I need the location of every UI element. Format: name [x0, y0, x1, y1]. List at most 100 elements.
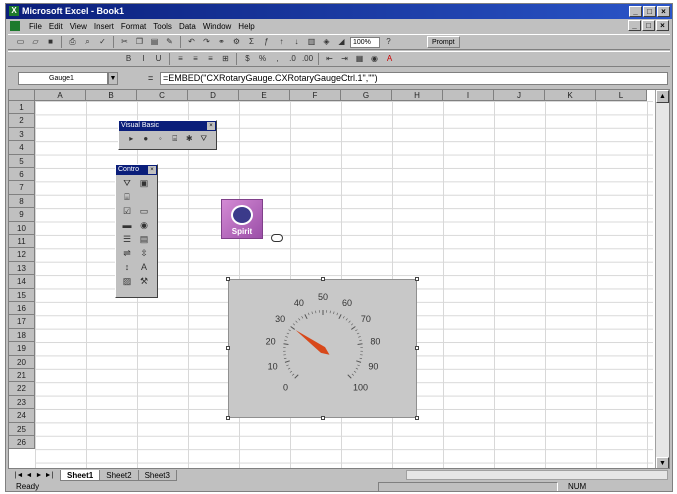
- print-preview-icon[interactable]: ⌕: [81, 36, 94, 48]
- row-header[interactable]: 17: [9, 315, 35, 329]
- sheet-tab-3[interactable]: Sheet3: [137, 469, 177, 481]
- open-icon[interactable]: ▱: [29, 36, 42, 48]
- row-header[interactable]: 23: [9, 395, 35, 410]
- resize-handle[interactable]: [226, 277, 230, 281]
- more-controls-icon[interactable]: ⚒: [136, 275, 152, 288]
- spin-button-icon[interactable]: ⇳: [136, 247, 152, 260]
- function-icon[interactable]: ƒ: [260, 36, 273, 48]
- maximize-button[interactable]: □: [643, 6, 656, 17]
- security-icon[interactable]: ◦: [154, 133, 167, 145]
- underline-icon[interactable]: U: [152, 53, 165, 65]
- cut-icon[interactable]: ✂: [118, 36, 131, 48]
- view-code-icon[interactable]: ⌸: [119, 191, 135, 204]
- edit-formula-button[interactable]: =: [148, 73, 153, 83]
- workbook-icon[interactable]: [10, 21, 20, 31]
- italic-icon[interactable]: I: [137, 53, 150, 65]
- last-sheet-icon[interactable]: ►|: [44, 472, 54, 479]
- row-header[interactable]: 1: [9, 101, 35, 115]
- menu-file[interactable]: File: [29, 22, 42, 31]
- menu-tools[interactable]: Tools: [153, 22, 172, 31]
- font-name-select[interactable]: [14, 53, 94, 65]
- prompt-button[interactable]: Prompt: [427, 36, 460, 48]
- title-bar[interactable]: X Microsoft Excel - Book1 _ □ ×: [6, 4, 672, 19]
- row-header[interactable]: 9: [9, 208, 35, 222]
- row-header[interactable]: 13: [9, 261, 35, 276]
- menu-help[interactable]: Help: [238, 22, 254, 31]
- option-button-icon[interactable]: ◉: [136, 219, 152, 232]
- doc-minimize-button[interactable]: _: [628, 20, 641, 31]
- row-header[interactable]: 21: [9, 369, 35, 383]
- office-assistant-icon[interactable]: ?: [382, 36, 395, 48]
- chevron-down-icon[interactable]: ▼: [108, 72, 118, 85]
- row-header[interactable]: 26: [9, 436, 35, 450]
- control-toolbox-icon[interactable]: ✱: [183, 133, 196, 145]
- decrease-indent-icon[interactable]: ⇤: [323, 53, 336, 65]
- format-painter-icon[interactable]: ✎: [163, 36, 176, 48]
- column-header[interactable]: I: [443, 90, 494, 101]
- resize-handle[interactable]: [415, 346, 419, 350]
- column-header[interactable]: D: [188, 90, 239, 101]
- embedded-image-control[interactable]: Spirit: [221, 199, 263, 239]
- column-header[interactable]: C: [137, 90, 188, 101]
- paste-icon[interactable]: ▤: [148, 36, 161, 48]
- resize-handle[interactable]: [415, 277, 419, 281]
- column-header[interactable]: E: [239, 90, 290, 101]
- font-color-icon[interactable]: A: [383, 53, 396, 65]
- map-icon[interactable]: ◈: [320, 36, 333, 48]
- copy-icon[interactable]: ❐: [133, 36, 146, 48]
- row-header[interactable]: 3: [9, 127, 35, 142]
- doc-close-button[interactable]: ×: [656, 20, 669, 31]
- increase-indent-icon[interactable]: ⇥: [338, 53, 351, 65]
- column-header[interactable]: B: [86, 90, 137, 101]
- checkbox-control-icon[interactable]: ☑: [119, 205, 135, 218]
- rotary-gauge-control[interactable]: 0 10 20 30 40 50 60 70 80 90 100: [226, 277, 419, 420]
- vb-editor-icon[interactable]: ⌸: [169, 133, 182, 145]
- row-header[interactable]: 12: [9, 248, 35, 262]
- column-header[interactable]: J: [494, 90, 545, 101]
- image-control-icon[interactable]: ▨: [119, 275, 135, 288]
- menu-edit[interactable]: Edit: [49, 22, 63, 31]
- scrollbar-control-icon[interactable]: ↕: [119, 261, 135, 274]
- record-macro-icon[interactable]: ●: [140, 133, 153, 145]
- design-mode-icon[interactable]: ⛛: [198, 133, 211, 145]
- listbox-control-icon[interactable]: ☰: [119, 233, 135, 246]
- control-toolbox-title[interactable]: Contro ×: [116, 165, 157, 175]
- doc-restore-button[interactable]: □: [642, 20, 655, 31]
- zoom-select[interactable]: 100%: [350, 36, 380, 48]
- scroll-up-icon[interactable]: ▲: [656, 90, 669, 103]
- row-header[interactable]: 4: [9, 141, 35, 155]
- combobox-control-icon[interactable]: ▤: [136, 233, 152, 246]
- currency-icon[interactable]: $: [241, 53, 254, 65]
- bold-icon[interactable]: B: [122, 53, 135, 65]
- close-icon[interactable]: ×: [207, 122, 215, 130]
- comma-icon[interactable]: ,: [271, 53, 284, 65]
- resize-handle[interactable]: [226, 346, 230, 350]
- menu-window[interactable]: Window: [203, 22, 231, 31]
- toggle-button-icon[interactable]: ⇌: [119, 247, 135, 260]
- menu-format[interactable]: Format: [121, 22, 146, 31]
- save-icon[interactable]: ■: [44, 36, 57, 48]
- increase-decimal-icon[interactable]: .0: [286, 53, 299, 65]
- row-header[interactable]: 6: [9, 168, 35, 182]
- menu-view[interactable]: View: [70, 22, 87, 31]
- row-header[interactable]: 14: [9, 275, 35, 289]
- font-size-select[interactable]: [96, 53, 120, 65]
- drawing-icon[interactable]: ◢: [335, 36, 348, 48]
- resize-handle[interactable]: [415, 416, 419, 420]
- sheet-tab-2[interactable]: Sheet2: [99, 469, 139, 481]
- close-button[interactable]: ×: [657, 6, 670, 17]
- first-sheet-icon[interactable]: |◄: [14, 472, 24, 479]
- horizontal-scrollbar[interactable]: [406, 470, 668, 480]
- undo-icon[interactable]: ↶: [185, 36, 198, 48]
- row-header[interactable]: 8: [9, 194, 35, 209]
- row-header[interactable]: 24: [9, 409, 35, 423]
- control-toolbox[interactable]: Contro × ⛛ ▣ ⌸ ☑ ▭ ▬ ◉ ☰ ▤ ⇌ ⇳ ↕ A ▨ ⚒: [115, 164, 158, 298]
- borders-icon[interactable]: ▦: [353, 53, 366, 65]
- scroll-down-icon[interactable]: ▼: [656, 457, 669, 468]
- command-button-icon[interactable]: ▬: [119, 219, 135, 232]
- align-center-icon[interactable]: ≡: [189, 53, 202, 65]
- new-icon[interactable]: ▭: [14, 36, 27, 48]
- hyperlink-icon[interactable]: ⚭: [215, 36, 228, 48]
- menu-insert[interactable]: Insert: [94, 22, 114, 31]
- align-left-icon[interactable]: ≡: [174, 53, 187, 65]
